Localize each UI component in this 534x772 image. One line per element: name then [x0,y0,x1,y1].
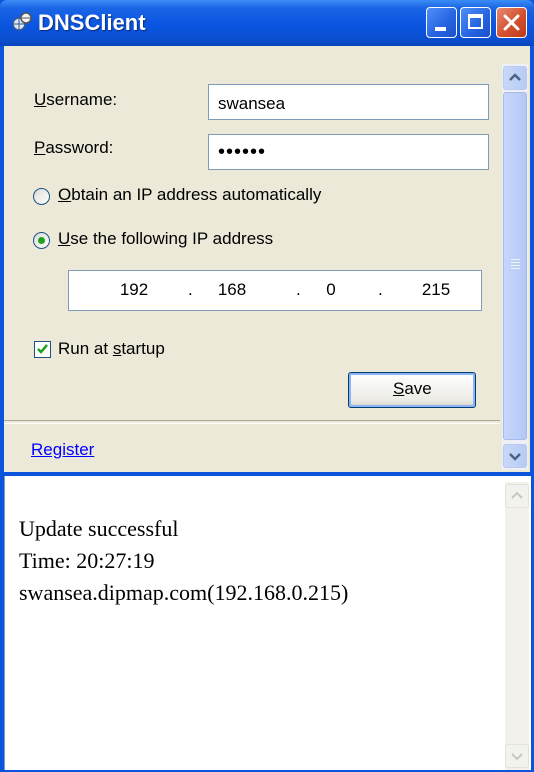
log-scroll-up-button[interactable] [505,484,529,508]
scroll-up-button[interactable] [503,66,527,90]
username-label: Username: [34,90,118,109]
status-log[interactable]: Update successful Time: 20:27:19 swansea… [4,476,531,770]
radio-selected-dot [38,237,45,244]
minimize-icon [435,27,446,31]
ip-octet-2[interactable]: 168 [207,280,257,300]
log-line: Update successful [19,516,179,541]
radio-use-following[interactable] [33,232,50,249]
password-label: Password: [34,138,114,157]
radio-obtain-automatically[interactable] [33,188,50,205]
dnsclient-window: DNSClient Username: swansea Password: ••… [0,0,534,772]
chevron-down-icon [511,753,523,761]
settings-scrollbar[interactable] [502,64,528,470]
run-at-startup-checkbox[interactable] [34,341,51,358]
ip-octet-3[interactable]: 0 [306,280,356,300]
log-line: Time: 20:27:19 [19,548,155,573]
network-globe-icon [12,12,32,31]
minimize-button[interactable] [426,7,457,38]
password-field[interactable]: •••••• [208,134,489,170]
radio-manual-label[interactable]: Use the following IP address [58,229,273,249]
ip-octet-4[interactable]: 215 [411,280,461,300]
close-icon [503,14,520,31]
ip-separator: . [378,280,383,299]
register-link[interactable]: Register [31,440,94,460]
maximize-button[interactable] [460,7,491,38]
log-line: swansea.dipmap.com(192.168.0.215) [19,580,349,605]
settings-panel: Username: swansea Password: •••••• Obtai… [4,46,530,472]
scroll-thumb[interactable] [503,92,527,440]
radio-auto-label[interactable]: Obtain an IP address automatically [58,185,321,205]
log-scroll-down-button[interactable] [505,744,529,768]
ip-separator: . [296,280,301,299]
chevron-up-icon [511,491,523,499]
run-at-startup-label[interactable]: Run at startup [58,339,165,359]
ip-octet-1[interactable]: 192 [109,280,159,300]
save-button[interactable]: Save [348,372,476,408]
chevron-down-icon [509,453,521,461]
log-scrollbar[interactable] [505,482,529,770]
close-button[interactable] [496,7,527,38]
title-bar[interactable]: DNSClient [0,0,534,46]
username-field[interactable]: swansea [208,84,489,120]
scroll-down-button[interactable] [503,444,527,468]
checkmark-icon [37,344,48,354]
ip-address-input[interactable]: 192 . 168 . 0 . 215 [68,270,482,311]
panel-divider [4,420,500,424]
window-title: DNSClient [38,10,146,35]
maximize-icon [468,14,483,29]
ip-separator: . [188,280,193,299]
chevron-up-icon [509,73,521,81]
